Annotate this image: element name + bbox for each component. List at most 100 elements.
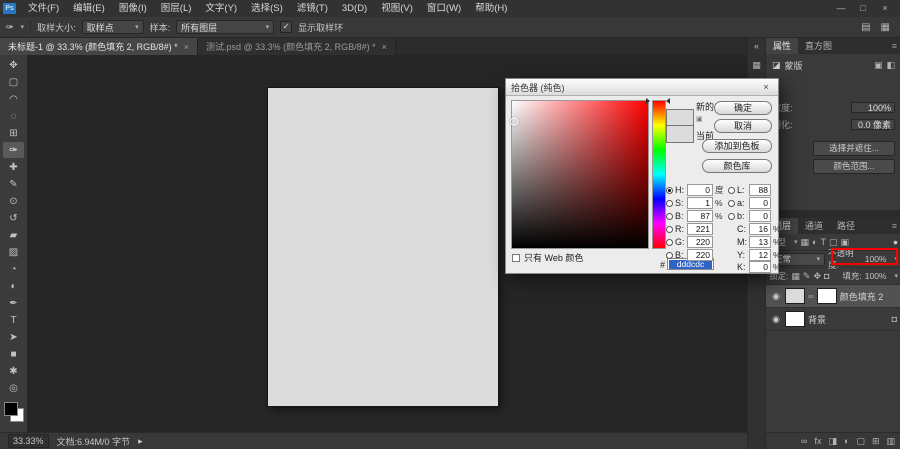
expand-dock-icon[interactable]: «: [754, 41, 759, 51]
dialog-close-button[interactable]: ×: [759, 82, 773, 92]
sample-dropdown[interactable]: 所有图层 ▾: [176, 20, 275, 34]
vector-mask-icon[interactable]: ◧: [886, 60, 895, 70]
shape-tool[interactable]: ■: [3, 346, 24, 362]
menu-item[interactable]: 编辑(E): [66, 0, 112, 17]
web-gamut-cube-icon[interactable]: ▣: [696, 115, 703, 123]
layer-row[interactable]: ◉ 背景 ◘: [766, 308, 900, 331]
blur-tool[interactable]: ◔: [3, 261, 24, 277]
panels-icon[interactable]: ▦: [881, 22, 890, 33]
property-value[interactable]: 100%: [851, 102, 895, 113]
zoom-tool[interactable]: ◎: [3, 380, 24, 396]
menu-item[interactable]: 窗口(W): [420, 0, 468, 17]
menu-item[interactable]: 选择(S): [244, 0, 290, 17]
lock-position-icon[interactable]: ✥: [813, 271, 821, 282]
link-layers-icon[interactable]: ∞: [801, 436, 807, 446]
new-adjustment-icon[interactable]: ◐: [844, 436, 849, 446]
color-panel-icon[interactable]: ▦: [752, 60, 761, 71]
menu-item[interactable]: 图层(L): [154, 0, 199, 17]
value-input[interactable]: 13: [749, 236, 771, 248]
move-tool[interactable]: ✥: [3, 57, 24, 73]
value-input[interactable]: 12: [749, 249, 771, 261]
mask-thumbnail[interactable]: [816, 288, 837, 304]
properties-button[interactable]: 颜色范围...: [813, 159, 895, 174]
crop-tool[interactable]: ⊞: [3, 125, 24, 141]
document-tab[interactable]: 测试.psd @ 33.3% (颜色填充 2, RGB/8#) * ×: [197, 38, 396, 55]
lasso-tool[interactable]: ◠: [3, 91, 24, 107]
saturation-brightness-field[interactable]: [510, 100, 649, 249]
value-input[interactable]: 0: [749, 261, 771, 273]
add-to-swatches-button[interactable]: 添加到色板: [702, 139, 772, 153]
layer-row[interactable]: ◉ ∞ 颜色填充 2: [766, 285, 900, 308]
hand-tool[interactable]: ✱: [3, 363, 24, 379]
radio-button[interactable]: [666, 186, 673, 194]
tab-close-icon[interactable]: ×: [382, 42, 387, 52]
show-ring-checkbox[interactable]: ✓: [280, 21, 293, 33]
web-only-checkbox[interactable]: [512, 253, 520, 262]
layer-thumbnail[interactable]: [785, 311, 805, 327]
panel-tab[interactable]: 直方图: [798, 38, 839, 54]
color-field-marker[interactable]: [510, 117, 519, 126]
hue-slider-marker[interactable]: [666, 98, 670, 104]
pen-tool[interactable]: ✒: [3, 295, 24, 311]
workspace-icon[interactable]: ▤: [861, 22, 870, 33]
radio-button[interactable]: [728, 212, 735, 220]
gradient-tool[interactable]: ▨: [3, 244, 24, 260]
radio-button[interactable]: [666, 238, 673, 246]
clone-stamp-tool[interactable]: ⊙: [3, 193, 24, 209]
status-chevron-icon[interactable]: ▸: [138, 436, 143, 447]
value-input[interactable]: 1: [687, 197, 713, 209]
minimize-button[interactable]: —: [830, 0, 852, 17]
filter-pixel-icon[interactable]: ▦: [801, 237, 810, 248]
value-input[interactable]: 0: [687, 184, 713, 196]
delete-layer-icon[interactable]: ▥: [886, 436, 895, 447]
tool-preset-picker[interactable]: ✑ ▾: [4, 20, 32, 34]
radio-button[interactable]: [666, 212, 673, 220]
foreground-color-swatch[interactable]: [3, 402, 18, 416]
value-input[interactable]: 220: [687, 249, 713, 261]
marquee-tool[interactable]: ▢: [3, 74, 24, 90]
ok-button[interactable]: 确定: [714, 101, 772, 115]
filter-smart-icon[interactable]: ▣: [841, 237, 850, 248]
new-group-icon[interactable]: ▢: [856, 436, 865, 447]
maximize-button[interactable]: □: [852, 0, 874, 17]
panel-tab[interactable]: 路径: [830, 218, 862, 234]
filter-toggle-icon[interactable]: ●: [893, 237, 898, 247]
menu-item[interactable]: 滤镜(T): [290, 0, 335, 17]
radio-button[interactable]: [666, 199, 673, 207]
panel-tab[interactable]: 通道: [798, 218, 830, 234]
current-color-swatch[interactable]: [666, 125, 694, 143]
panel-menu-icon[interactable]: ≡: [892, 38, 900, 54]
brush-tool[interactable]: ✎: [3, 176, 24, 192]
quick-selection-tool[interactable]: ◌: [3, 108, 24, 124]
lock-pixels-icon[interactable]: ✎: [803, 271, 811, 282]
value-input[interactable]: 0: [749, 210, 771, 222]
path-selection-tool[interactable]: ➤: [3, 329, 24, 345]
history-brush-tool[interactable]: ↺: [3, 210, 24, 226]
cancel-button[interactable]: 取消: [714, 119, 772, 133]
radio-button[interactable]: [728, 199, 735, 207]
layer-style-icon[interactable]: fx: [814, 436, 821, 446]
value-input[interactable]: 16: [749, 223, 771, 235]
value-input[interactable]: 87: [687, 210, 713, 222]
menu-item[interactable]: 文字(Y): [198, 0, 244, 17]
value-input[interactable]: 221: [687, 223, 713, 235]
add-mask-icon[interactable]: ◨: [828, 436, 837, 447]
pixel-mask-icon[interactable]: ▣: [874, 60, 883, 70]
lock-all-icon[interactable]: ◘: [824, 271, 829, 282]
eyedropper-tool[interactable]: ✑: [3, 142, 24, 158]
menu-item[interactable]: 帮助(H): [468, 0, 514, 17]
hue-slider-marker[interactable]: [646, 98, 650, 104]
fill-value[interactable]: 100%: [865, 271, 887, 281]
document-tab[interactable]: 未标题-1 @ 33.3% (颜色填充 2, RGB/8#) * ×: [0, 38, 198, 55]
panel-tab[interactable]: 属性: [766, 38, 799, 54]
zoom-level[interactable]: 33.33%: [8, 434, 49, 448]
filter-type-icon[interactable]: T: [820, 237, 826, 248]
menu-item[interactable]: 视图(V): [374, 0, 420, 17]
radio-button[interactable]: [728, 186, 735, 194]
value-input[interactable]: 88: [749, 184, 771, 196]
menu-item[interactable]: 文件(F): [21, 0, 66, 17]
lock-transparent-icon[interactable]: ▦: [791, 271, 800, 282]
value-input[interactable]: 220: [687, 236, 713, 248]
value-input[interactable]: 0: [749, 197, 771, 209]
filter-shape-icon[interactable]: ▢: [829, 237, 838, 248]
